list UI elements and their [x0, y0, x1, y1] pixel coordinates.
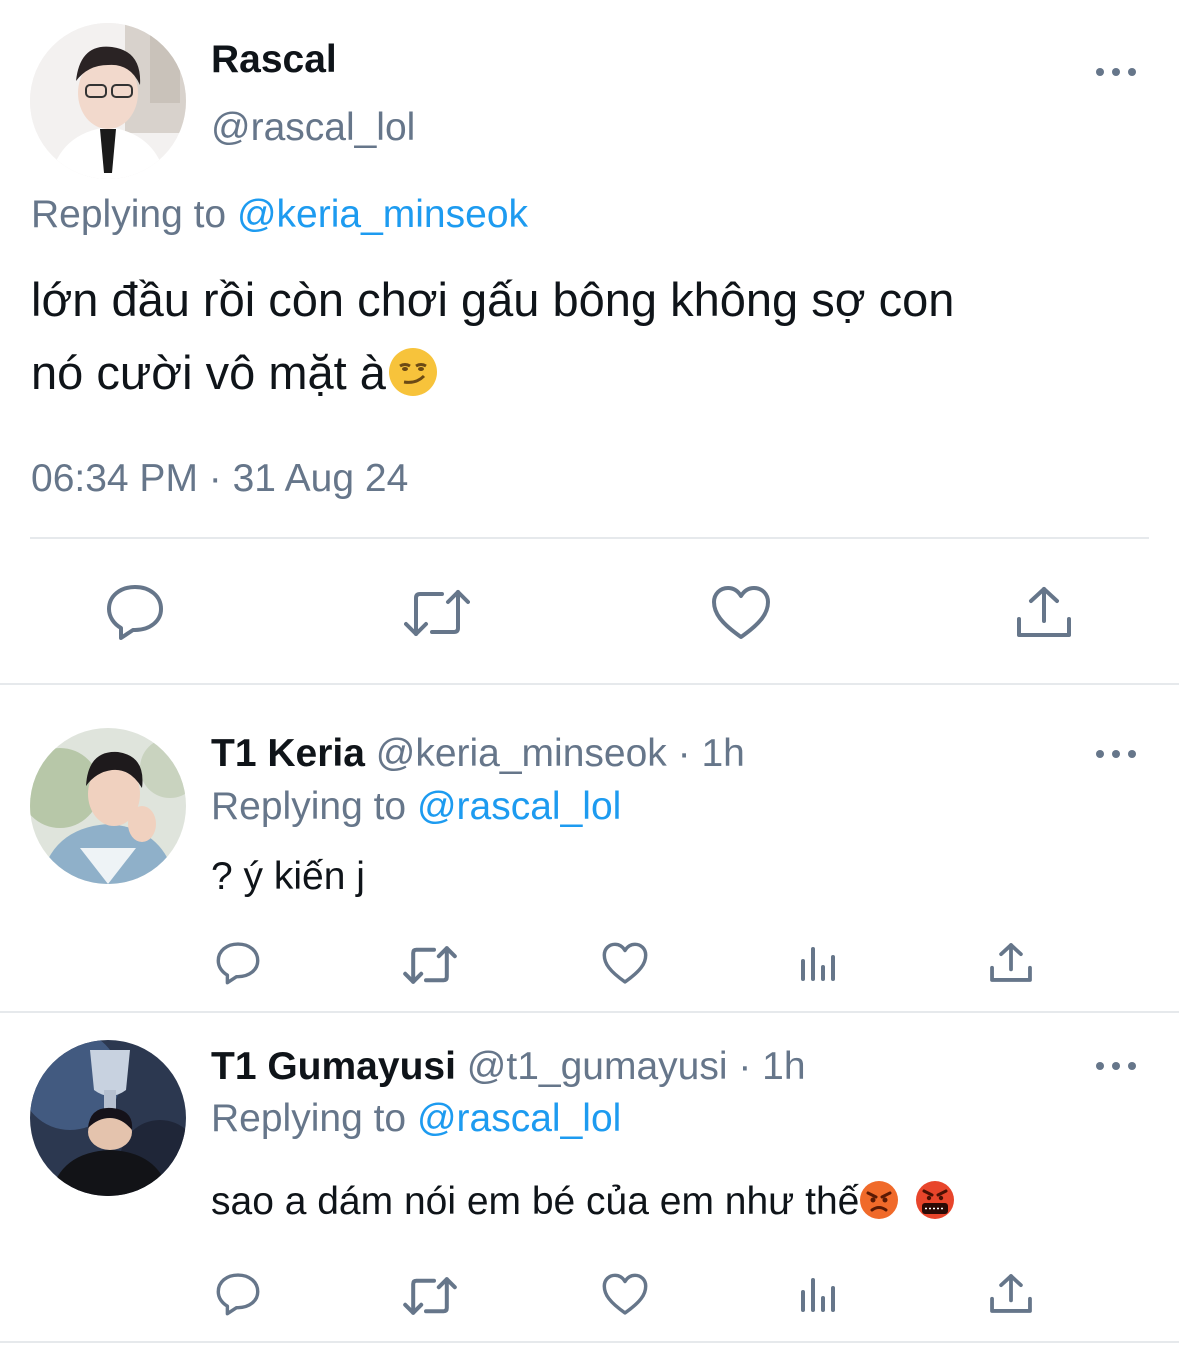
like-icon[interactable]: [711, 585, 771, 641]
replying-handle-link[interactable]: @rascal_lol: [417, 785, 621, 828]
avatar-keria[interactable]: [30, 728, 186, 884]
replying-prefix: Replying to: [31, 193, 227, 236]
reply-text-row: sao a dám nói em bé của em như thế: [211, 1180, 955, 1224]
reply-text: ? ý kiến j: [211, 855, 365, 898]
tweet-text-line-2-label: nó cười vô mặt à: [31, 346, 386, 399]
display-name[interactable]: T1 Gumayusi: [211, 1045, 456, 1088]
display-name[interactable]: T1 Keria: [211, 732, 365, 775]
handle[interactable]: @t1_gumayusi: [467, 1045, 728, 1088]
analytics-icon[interactable]: [799, 1274, 839, 1314]
avatar-gumayusi[interactable]: [30, 1040, 186, 1196]
more-options-icon[interactable]: [1096, 748, 1136, 760]
replying-handle-link[interactable]: @keria_minseok: [237, 193, 528, 236]
smirking-face-icon: [388, 347, 438, 397]
tweet-text-line-1: lớn đầu rồi còn chơi gấu bông không sợ c…: [31, 273, 955, 326]
replying-handle-link[interactable]: @rascal_lol: [417, 1097, 621, 1140]
reply-text: sao a dám nói em bé của em như thế: [211, 1180, 860, 1223]
divider-2: [0, 1011, 1179, 1013]
share-icon[interactable]: [989, 1273, 1033, 1314]
replying-to: Replying to @keria_minseok: [31, 193, 528, 237]
reply-header: T1 Gumayusi @t1_gumayusi · 1h: [211, 1045, 806, 1089]
analytics-icon[interactable]: [799, 943, 839, 983]
more-options-icon[interactable]: [1096, 1060, 1136, 1072]
divider-1: [0, 683, 1179, 685]
reply-icon[interactable]: [215, 941, 261, 985]
timestamp: 06:34 PM · 31 Aug 24: [31, 457, 409, 500]
reply-header: T1 Keria @keria_minseok · 1h: [211, 732, 745, 776]
relative-time[interactable]: · 1h: [738, 1045, 805, 1088]
handle[interactable]: @keria_minseok: [376, 732, 667, 775]
reply-icon[interactable]: [215, 1272, 261, 1316]
angry-face-icon: [859, 1180, 899, 1220]
replying-prefix: Replying to: [211, 1097, 407, 1140]
divider-3: [0, 1341, 1179, 1343]
display-name[interactable]: Rascal: [211, 38, 337, 82]
retweet-icon[interactable]: [403, 945, 457, 985]
handle[interactable]: @rascal_lol: [211, 106, 415, 150]
divider-main: [30, 537, 1149, 539]
retweet-icon[interactable]: [404, 588, 470, 638]
like-icon[interactable]: [602, 942, 648, 985]
replying-to: Replying to @rascal_lol: [211, 1097, 621, 1141]
relative-time[interactable]: · 1h: [678, 732, 745, 775]
share-icon[interactable]: [989, 942, 1033, 983]
reply-icon[interactable]: [105, 583, 165, 641]
replying-to: Replying to @rascal_lol: [211, 785, 621, 829]
cursing-face-icon: [915, 1180, 955, 1220]
retweet-icon[interactable]: [403, 1276, 457, 1316]
share-icon[interactable]: [1015, 585, 1073, 639]
tweet-text-line-2: nó cười vô mặt à: [31, 345, 438, 400]
avatar-rascal[interactable]: [30, 23, 186, 179]
replying-prefix: Replying to: [211, 785, 407, 828]
more-options-icon[interactable]: [1096, 66, 1136, 78]
like-icon[interactable]: [602, 1273, 648, 1316]
